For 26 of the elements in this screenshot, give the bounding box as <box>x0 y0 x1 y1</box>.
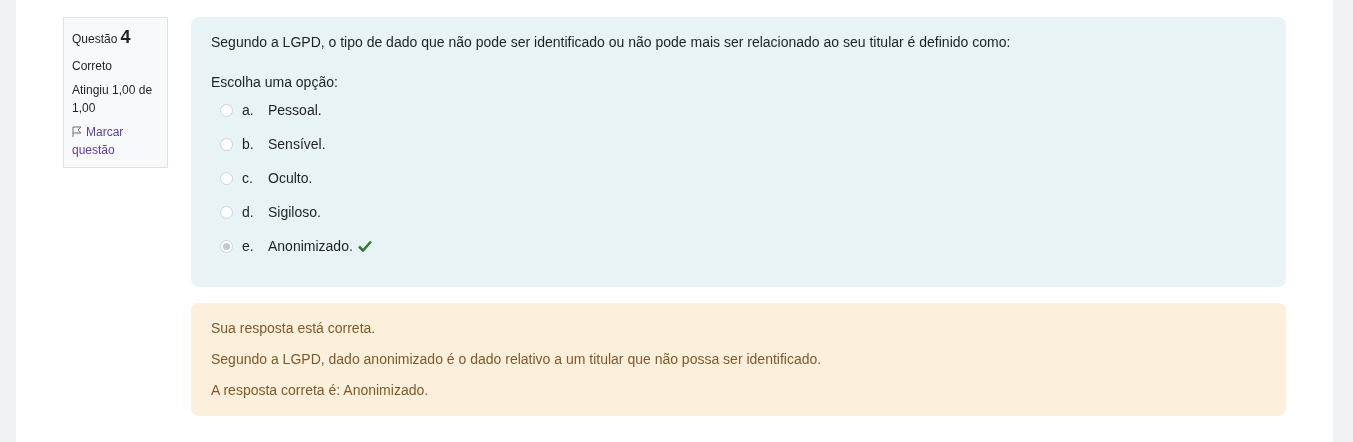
option-letter: c. <box>242 168 254 188</box>
radio-button[interactable] <box>220 171 233 185</box>
choose-prompt: Escolha uma opção: <box>211 73 339 92</box>
option-text: Sigiloso. <box>268 202 321 222</box>
feedback-text: Segundo a LGPD, dado anonimizado é o dado relativo a um titular que não possa ser identificado. <box>211 350 823 369</box>
feedback-text: A resposta correta é: Anonimizado. <box>211 381 430 400</box>
question-grade: Atingiu 1,00 de 1,00 <box>72 82 154 117</box>
radio-button[interactable] <box>220 137 233 151</box>
radio-button[interactable] <box>220 239 233 253</box>
option-letter: e. <box>242 236 255 256</box>
option-letter: d. <box>242 202 255 222</box>
option-text: Oculto. <box>268 168 313 188</box>
flag-question-link[interactable]: Marcar questão <box>72 123 159 159</box>
option-text: Anonimizado. <box>268 236 353 256</box>
question-state: Correto <box>72 58 113 75</box>
radio-button[interactable] <box>220 103 233 117</box>
option-text: Sensível. <box>268 134 326 154</box>
radio-button[interactable] <box>220 205 233 219</box>
feedback-text: Sua resposta está correta. <box>211 319 377 338</box>
question-text: Segundo a LGPD, o tipo de dado que não pode ser identificado ou não pode mais ser relacionado ao seu titular é definido como: <box>211 33 1012 52</box>
question-label: Questão <box>72 31 118 48</box>
option-letter: a. <box>242 100 255 120</box>
flag-icon <box>72 126 82 137</box>
option-text: Pessoal. <box>268 100 322 120</box>
question-number: 4 <box>120 26 131 49</box>
option-letter: b. <box>242 134 255 154</box>
